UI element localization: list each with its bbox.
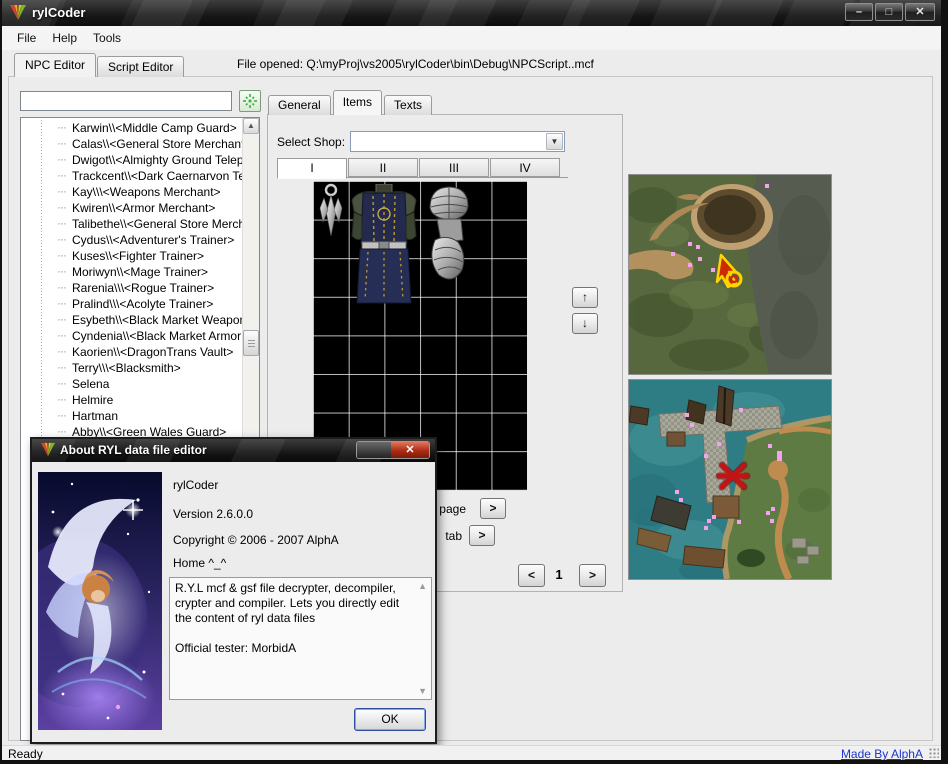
about-home-link[interactable]: Home ^_^ <box>173 556 226 570</box>
about-app-name: rylCoder <box>173 478 218 492</box>
about-description-box: R.Y.L mcf & gsf file decrypter, decompil… <box>169 577 432 700</box>
shop-section-tab-iii[interactable]: III <box>419 158 489 177</box>
crosshair-icon <box>242 93 258 109</box>
tree-item[interactable]: Helmire <box>21 392 243 408</box>
tree-item[interactable]: Kuses\\<Fighter Trainer> <box>21 248 243 264</box>
tree-item[interactable]: Terry\\\<Blacksmith> <box>21 360 243 376</box>
status-bar: Ready Made By AlphA <box>2 745 941 760</box>
maximize-button[interactable]: □ <box>875 3 903 21</box>
minimize-button[interactable]: – <box>845 3 873 21</box>
titlebar-stripes <box>0 0 948 26</box>
tab-texts[interactable]: Texts <box>384 95 432 115</box>
file-opened-label: File opened: Q:\myProj\vs2005\rylCoder\b… <box>237 57 594 71</box>
menu-item-help[interactable]: Help <box>44 28 85 48</box>
tree-item[interactable]: Selena <box>21 376 243 392</box>
about-copyright: Copyright © 2006 - 2007 AlphA <box>173 533 339 547</box>
prev-page-button[interactable]: < <box>518 564 545 587</box>
window-title: rylCoder <box>32 5 85 20</box>
tree-item[interactable]: Dwigot\\<Almighty Ground Teleport <box>21 152 243 168</box>
page-action-label: page <box>438 502 466 516</box>
close-button[interactable]: ✕ <box>905 3 935 21</box>
tree-item[interactable]: Calas\\<General Store Merchant> <box>21 136 243 152</box>
about-version: Version 2.6.0.0 <box>173 507 253 521</box>
made-by-link[interactable]: Made By AlphA <box>841 747 923 761</box>
scrollbar-thumb[interactable] <box>243 330 259 356</box>
select-shop-label: Select Shop: <box>277 135 345 149</box>
app-logo-icon <box>39 442 57 458</box>
window-border-left <box>0 0 2 764</box>
shop-section-tab-ii[interactable]: II <box>348 158 418 177</box>
tree-item[interactable]: Kaorien\\<DragonTrans Vault> <box>21 344 243 360</box>
minimap-overworld[interactable] <box>628 174 832 375</box>
dropdown-arrow-icon[interactable]: ▼ <box>546 133 563 150</box>
resize-grip[interactable] <box>929 748 939 758</box>
tree-item[interactable]: Hartman <box>21 408 243 424</box>
about-description-text: R.Y.L mcf & gsf file decrypter, decompil… <box>175 581 410 656</box>
shop-combobox[interactable]: ▼ <box>350 131 565 152</box>
tree-item[interactable]: Cydus\\<Adventurer's Trainer> <box>21 232 243 248</box>
title-bar[interactable]: rylCoder – □ ✕ <box>0 0 948 26</box>
shop-section-tabs: IIIIIIIV <box>277 158 561 179</box>
minimap-harbor[interactable] <box>628 379 832 580</box>
tab-action-button[interactable]: > <box>469 525 495 546</box>
scroll-up-button[interactable]: ▲ <box>243 118 259 134</box>
item-icon-pendant[interactable] <box>317 183 345 241</box>
item-icon-armor[interactable] <box>350 184 418 306</box>
desc-scroll-down-icon[interactable]: ▼ <box>418 686 427 696</box>
tree-item[interactable]: Kay\\\<Weapons Merchant> <box>21 184 243 200</box>
menu-bar: FileHelpTools <box>2 26 941 50</box>
about-title-bar[interactable]: About RYL data file editor ✕ <box>32 439 435 462</box>
inner-tab-strip: GeneralItemsTexts <box>268 91 434 115</box>
move-item-up-button[interactable]: ↑ <box>572 287 598 308</box>
window-border-bottom <box>2 760 941 764</box>
about-dialog-title: About RYL data file editor <box>60 443 207 457</box>
tree-item[interactable]: Esybeth\\<Black Market Weapons I <box>21 312 243 328</box>
npc-search-input[interactable] <box>20 91 232 111</box>
tab-items[interactable]: Items <box>333 90 382 115</box>
tree-item[interactable]: Talibethe\\<General Store Merchan <box>21 216 243 232</box>
shop-section-tab-i[interactable]: I <box>277 158 347 179</box>
tab-npc-editor[interactable]: NPC Editor <box>14 53 96 77</box>
tab-script-editor[interactable]: Script Editor <box>97 56 184 77</box>
ok-button[interactable]: OK <box>354 708 426 731</box>
page-action-button[interactable]: > <box>480 498 506 519</box>
tab-action-label: tab <box>438 529 462 543</box>
menu-item-file[interactable]: File <box>9 28 44 48</box>
shop-section-tab-iv[interactable]: IV <box>490 158 560 177</box>
app-window: rylCoder – □ ✕ FileHelpTools NPC EditorS… <box>0 0 948 764</box>
about-inactive-button[interactable] <box>357 442 391 458</box>
app-logo-icon <box>8 4 28 22</box>
item-icon-gauntlet[interactable] <box>421 184 475 286</box>
move-item-down-button[interactable]: ↓ <box>572 313 598 334</box>
main-tab-strip: NPC EditorScript Editor <box>14 54 185 77</box>
about-artwork-image <box>38 472 162 730</box>
locate-npc-button[interactable] <box>239 90 261 112</box>
desc-scroll-up-icon[interactable]: ▲ <box>418 581 427 591</box>
npc-tree: Karwin\\<Middle Camp Guard>Calas\\<Gener… <box>21 120 243 440</box>
menu-item-tools[interactable]: Tools <box>85 28 129 48</box>
tree-item[interactable]: Kwiren\\<Armor Merchant> <box>21 200 243 216</box>
tree-item[interactable]: Trackcent\\<Dark Caernarvon Tele <box>21 168 243 184</box>
tree-item[interactable]: Pralind\\\<Acolyte Trainer> <box>21 296 243 312</box>
status-text: Ready <box>8 747 43 761</box>
tree-item[interactable]: Karwin\\<Middle Camp Guard> <box>21 120 243 136</box>
tree-item[interactable]: Cyndenia\\<Black Market Armor De <box>21 328 243 344</box>
about-close-button[interactable]: ✕ <box>391 442 429 458</box>
page-number: 1 <box>551 567 567 582</box>
about-dialog: About RYL data file editor ✕ <box>30 437 437 744</box>
tree-item[interactable]: Rarenia\\\<Rogue Trainer> <box>21 280 243 296</box>
tree-item[interactable]: Moriwyn\\<Mage Trainer> <box>21 264 243 280</box>
next-page-button[interactable]: > <box>579 564 606 587</box>
about-window-buttons: ✕ <box>356 441 430 459</box>
tab-general[interactable]: General <box>268 95 331 115</box>
window-border-right <box>941 0 948 764</box>
